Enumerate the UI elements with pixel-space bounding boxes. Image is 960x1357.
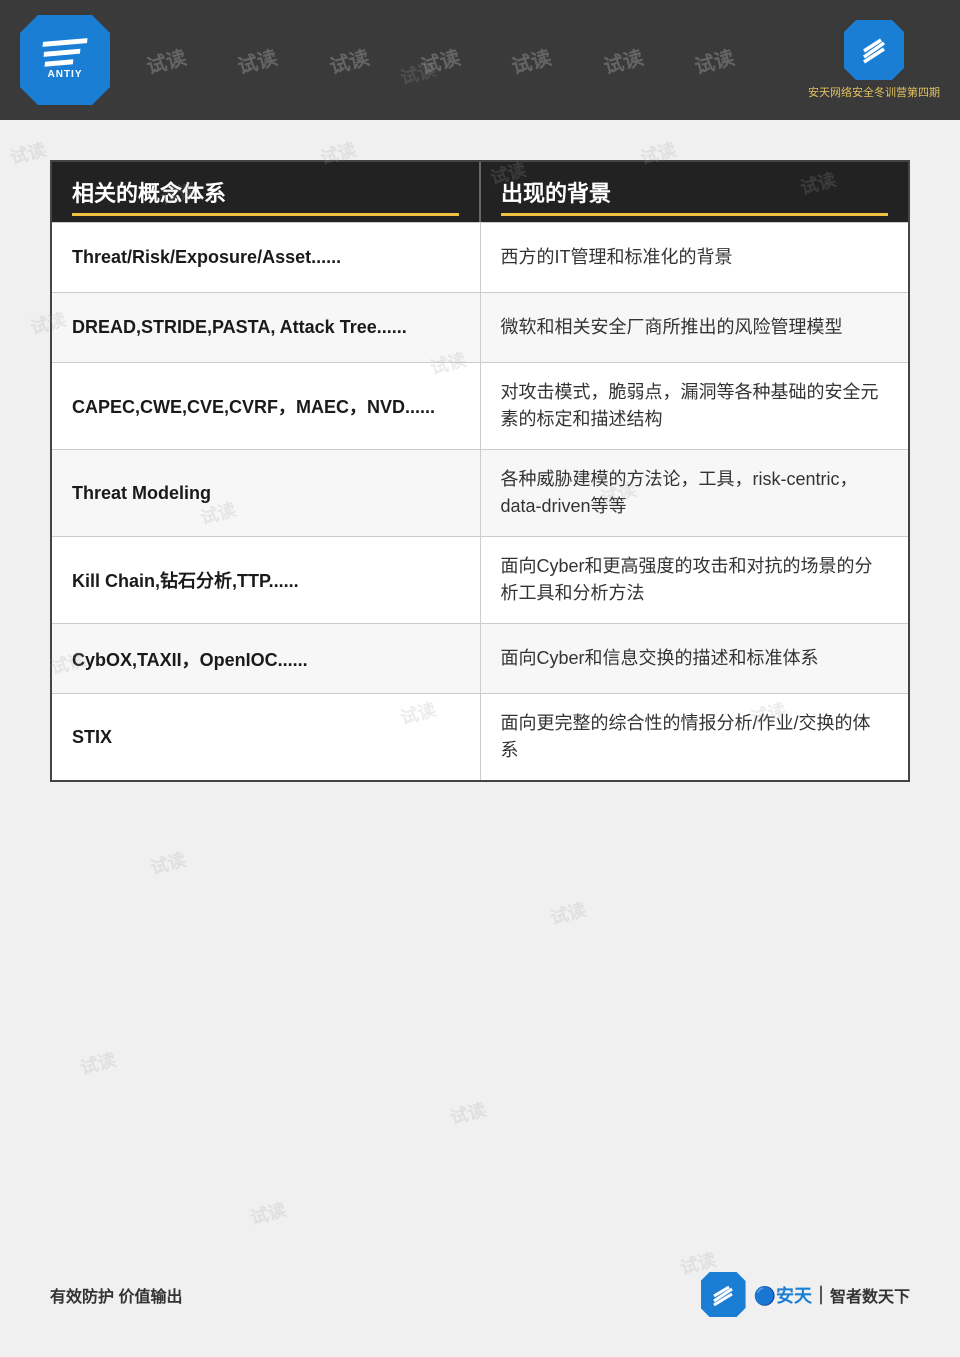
header-wm-5: 试读 (508, 41, 554, 79)
table-row: STIX 面向更完整的综合性的情报分析/作业/交换的体系 (52, 693, 908, 780)
table-row: CAPEC,CWE,CVE,CVRF，MAEC，NVD...... 对攻击模式，… (52, 362, 908, 449)
header-wm-3: 试读 (325, 41, 371, 79)
table-cell-right: 西方的IT管理和标准化的背景 (481, 223, 909, 292)
table-cell-left: Threat Modeling (52, 450, 481, 536)
table-cell-left: CAPEC,CWE,CVE,CVRF，MAEC，NVD...... (52, 363, 481, 449)
antiy-logo: ANTIY (20, 15, 110, 105)
footer-logo-main: 🔵安天 (754, 1286, 812, 1306)
table-row: Kill Chain,钻石分析,TTP...... 面向Cyber和更高强度的攻… (52, 536, 908, 623)
concept-table: 相关的概念体系 出现的背景 Threat/Risk/Exposure/Asset… (50, 160, 910, 782)
logo-line-3 (45, 59, 74, 66)
footer-slogan: 有效防护 价值输出 (50, 1283, 182, 1307)
brand-logo-small (844, 20, 904, 80)
header-wm-1: 试读 (143, 41, 189, 79)
table-row: CybOX,TAXII，OpenIOC...... 面向Cyber和信息交换的描… (52, 623, 908, 693)
header-wm-7: 试读 (691, 41, 737, 79)
table-header-row: 相关的概念体系 出现的背景 (52, 162, 908, 222)
col1-header: 相关的概念体系 (52, 162, 481, 222)
table-cell-left: Kill Chain,钻石分析,TTP...... (52, 537, 481, 623)
header-bar: ANTIY 试读 试读 试读 试读 试读 试读 试读 安天网络安全冬训营第四期 (0, 0, 960, 120)
footer-logo: 🔵安天｜智者数天下 (701, 1272, 910, 1317)
footer-logo-icon (701, 1272, 746, 1317)
brand-logo-svg (859, 35, 889, 65)
table-cell-right: 对攻击模式，脆弱点，漏洞等各种基础的安全元素的标定和描述结构 (481, 363, 909, 449)
table-cell-right: 微软和相关安全厂商所推出的风险管理模型 (481, 293, 909, 362)
logo-antiy-text: ANTIY (48, 69, 83, 80)
footer-logo-svg (711, 1283, 735, 1307)
table-row: Threat Modeling 各种威胁建模的方法论，工具，risk-centr… (52, 449, 908, 536)
footer-logo-text: 🔵安天｜智者数天下 (754, 1282, 910, 1308)
table-body: Threat/Risk/Exposure/Asset...... 西方的IT管理… (52, 222, 908, 780)
col2-header: 出现的背景 (481, 162, 908, 222)
col1-header-text: 相关的概念体系 (72, 181, 226, 206)
col2-header-text: 出现的背景 (501, 181, 611, 206)
header-brand: 安天网络安全冬训营第四期 (808, 20, 940, 100)
header-underline-2 (501, 213, 888, 216)
table-row: Threat/Risk/Exposure/Asset...... 西方的IT管理… (52, 222, 908, 292)
table-cell-right: 各种威胁建模的方法论，工具，risk-centric，data-driven等等 (481, 450, 909, 536)
logo-line-1 (43, 38, 88, 47)
logo-line-2 (44, 49, 81, 57)
header-wm-2: 试读 (234, 41, 280, 79)
header-watermarks: 试读 试读 试读 试读 试读 试读 试读 (120, 0, 760, 120)
header-wm-6: 试读 (600, 41, 646, 79)
table-cell-left: Threat/Risk/Exposure/Asset...... (52, 223, 481, 292)
table-cell-right: 面向Cyber和更高强度的攻击和对抗的场景的分析工具和分析方法 (481, 537, 909, 623)
table-cell-right: 面向更完整的综合性的情报分析/作业/交换的体系 (481, 694, 909, 780)
table-cell-left: DREAD,STRIDE,PASTA, Attack Tree...... (52, 293, 481, 362)
brand-text: 安天网络安全冬训营第四期 (808, 84, 940, 100)
table-cell-left: CybOX,TAXII，OpenIOC...... (52, 624, 481, 693)
table-cell-left: STIX (52, 694, 481, 780)
logo-lines (43, 40, 87, 65)
table-row: DREAD,STRIDE,PASTA, Attack Tree...... 微软… (52, 292, 908, 362)
footer: 有效防护 价值输出 🔵安天｜智者数天下 (50, 1272, 910, 1317)
main-content: 相关的概念体系 出现的背景 Threat/Risk/Exposure/Asset… (0, 120, 960, 822)
table-cell-right: 面向Cyber和信息交换的描述和标准体系 (481, 624, 909, 693)
header-wm-4: 试读 (417, 41, 463, 79)
header-underline-1 (72, 213, 459, 216)
footer-logo-sub: 智者数天下 (830, 1289, 910, 1306)
